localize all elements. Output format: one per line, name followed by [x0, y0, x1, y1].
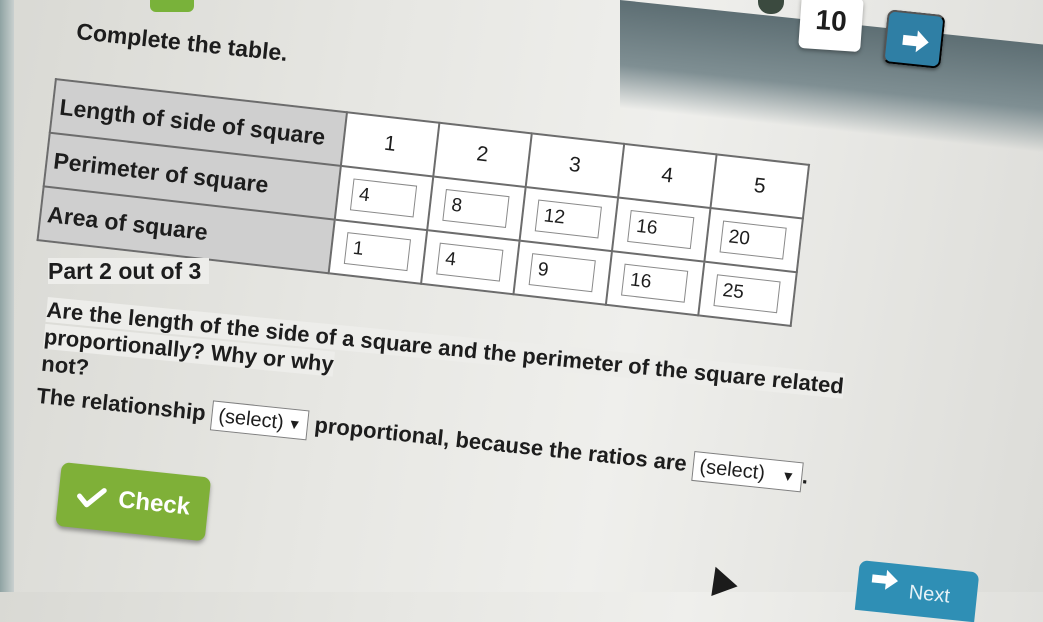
area-input[interactable]: 25	[713, 274, 782, 314]
area-cell: 4	[420, 230, 520, 295]
arrow-right-icon	[871, 569, 899, 590]
select-value: (select)	[217, 404, 285, 434]
status-indicator	[758, 0, 784, 14]
part-label: Part 2 out of 3	[48, 258, 210, 284]
perimeter-input[interactable]: 20	[719, 220, 788, 260]
perimeter-input[interactable]: 8	[442, 189, 510, 229]
question-line-2: not?	[40, 350, 91, 381]
perimeter-input[interactable]: 16	[627, 210, 695, 250]
ratios-select[interactable]: (select) ▼	[691, 450, 804, 493]
next-button[interactable]: Next	[854, 560, 980, 622]
perimeter-input[interactable]: 4	[350, 178, 418, 218]
screen-edge	[0, 0, 14, 592]
area-cell: 1	[328, 219, 428, 284]
select-value: (select)	[698, 455, 767, 484]
area-cell: 16	[605, 251, 705, 316]
chevron-down-icon: ▼	[286, 415, 303, 433]
chevron-down-icon: ▼	[780, 467, 796, 485]
answer-suffix: .	[800, 463, 810, 489]
check-icon	[77, 488, 107, 508]
mouse-cursor-icon	[702, 561, 738, 597]
arrow-right-icon	[902, 30, 929, 53]
instruction-text: Complete the table.	[75, 18, 289, 67]
area-input[interactable]: 1	[344, 232, 412, 272]
check-button-label: Check	[116, 486, 192, 521]
area-input[interactable]: 4	[436, 242, 504, 282]
check-button[interactable]: Check	[55, 462, 212, 542]
relationship-select[interactable]: (select) ▼	[209, 400, 310, 441]
page-number-badge[interactable]: 10	[798, 0, 864, 53]
forward-nav-button[interactable]	[882, 9, 946, 69]
progress-tab	[150, 0, 194, 12]
area-input[interactable]: 16	[621, 263, 689, 303]
area-input[interactable]: 9	[528, 253, 597, 293]
perimeter-input[interactable]: 12	[535, 199, 603, 239]
area-cell: 9	[513, 240, 612, 305]
next-button-label: Next	[907, 580, 951, 608]
area-cell: 25	[698, 261, 797, 326]
